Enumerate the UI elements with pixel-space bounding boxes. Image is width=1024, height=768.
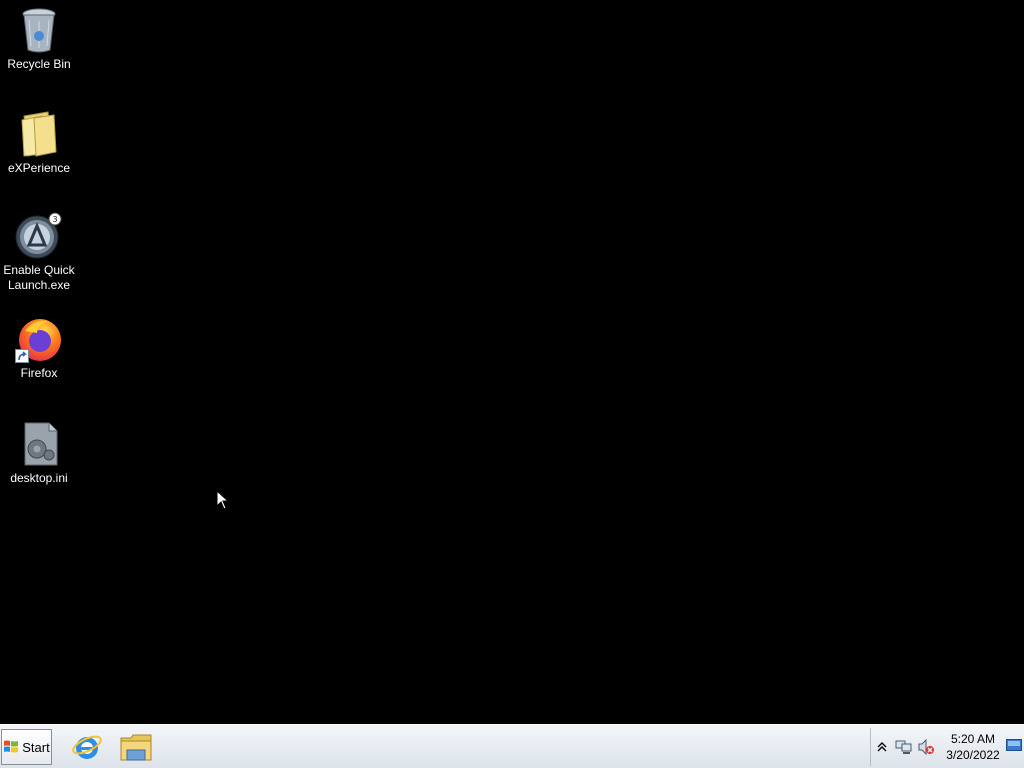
file-explorer-icon <box>120 734 152 761</box>
start-button[interactable]: Start <box>1 729 52 765</box>
desktop-icon-enable-quick-launch[interactable]: 3 Enable Quick Launch.exe <box>0 212 78 293</box>
clock-date: 3/20/2022 <box>946 748 1000 762</box>
svg-text:3: 3 <box>52 215 57 224</box>
network-tray-button[interactable] <box>893 736 915 758</box>
firefox-icon <box>15 315 63 363</box>
show-hidden-icons-button[interactable] <box>871 736 893 758</box>
desktop-icon-experience-folder[interactable]: eXPerience <box>0 110 78 176</box>
volume-muted-icon <box>918 739 934 755</box>
folder-icon <box>15 110 63 158</box>
desktop-icon-recycle-bin[interactable]: Recycle Bin <box>0 6 78 72</box>
recycle-bin-icon <box>15 6 63 54</box>
desktop-icon-label: Enable Quick Launch.exe <box>3 263 75 292</box>
clock-time: 5:20 AM <box>950 732 996 746</box>
network-icon <box>895 740 912 754</box>
desktop-icon-desktop-ini[interactable]: desktop.ini <box>0 420 78 486</box>
desktop-icon-label: Firefox <box>20 366 58 380</box>
desktop-icon-label: Recycle Bin <box>7 57 71 71</box>
desktop: Recycle Bin eXPerience 3 Enable Quick La… <box>0 0 1024 724</box>
volume-tray-button[interactable] <box>915 736 937 758</box>
start-label: Start <box>22 739 50 755</box>
taskbar-internet-explorer[interactable] <box>68 728 106 766</box>
desktop-icon-label: desktop.ini <box>10 471 68 485</box>
clock[interactable]: 5:20 AM 3/20/2022 <box>943 731 1003 763</box>
desktop-icon-firefox[interactable]: Firefox <box>0 315 78 381</box>
mouse-cursor-icon <box>216 490 230 510</box>
desktop-icon-label: eXPerience <box>7 161 71 175</box>
app-launcher-icon: 3 <box>15 212 63 260</box>
chevron-up-icon <box>877 742 887 752</box>
settings-file-icon <box>15 420 63 468</box>
shortcut-arrow-icon <box>15 349 29 363</box>
show-desktop-button[interactable] <box>1006 739 1022 751</box>
internet-explorer-icon <box>72 735 102 759</box>
system-tray: 5:20 AM 3/20/2022 <box>870 728 1023 766</box>
taskbar: Start 5:20 AM 3/20/2022 <box>0 724 1024 768</box>
windows-logo-icon <box>4 740 19 753</box>
taskbar-file-explorer[interactable] <box>117 728 155 766</box>
